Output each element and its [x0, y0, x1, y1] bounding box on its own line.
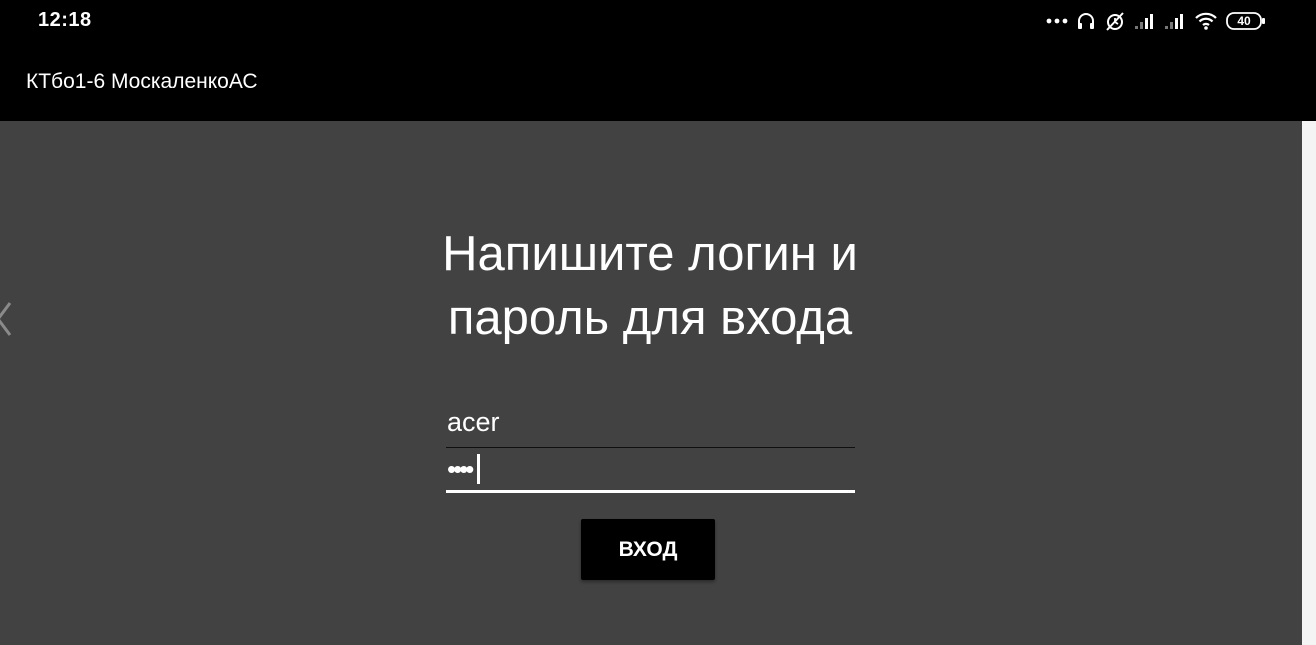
prompt-line-2: пароль для входа	[447, 291, 853, 345]
status-icons: 40	[1046, 8, 1266, 34]
app-bar: КТбо1-6 МоскаленкоАС	[0, 42, 1316, 121]
battery-icon: 40	[1226, 11, 1266, 31]
password-mask: ••••	[447, 453, 474, 484]
login-prompt: Напишите логин и пароль для входа	[360, 222, 940, 350]
login-field[interactable]: acer	[446, 403, 855, 448]
wifi-icon	[1194, 11, 1218, 31]
login-button[interactable]: вход	[581, 519, 715, 580]
password-value: ••••	[447, 452, 481, 486]
login-screen: Напишите логин и пароль для входа acer •…	[0, 121, 1302, 645]
back-gesture-chevron-icon[interactable]	[0, 299, 14, 344]
prompt-line-1: Напишите логин и	[442, 227, 858, 281]
battery-level: 40	[1237, 14, 1251, 28]
headphones-icon	[1076, 11, 1096, 31]
login-value: acer	[447, 407, 500, 437]
text-caret	[477, 454, 481, 484]
status-time: 12:18	[38, 9, 92, 31]
alarm-off-icon	[1104, 10, 1126, 32]
signal-2-icon	[1164, 12, 1186, 30]
status-bar: 12:18 40	[0, 0, 1316, 42]
password-field[interactable]: ••••	[446, 451, 855, 493]
right-edge-strip	[1302, 121, 1316, 645]
app-title: КТбо1-6 МоскаленкоАС	[26, 70, 258, 93]
signal-1-icon	[1134, 12, 1156, 30]
more-dots-icon	[1046, 17, 1068, 25]
